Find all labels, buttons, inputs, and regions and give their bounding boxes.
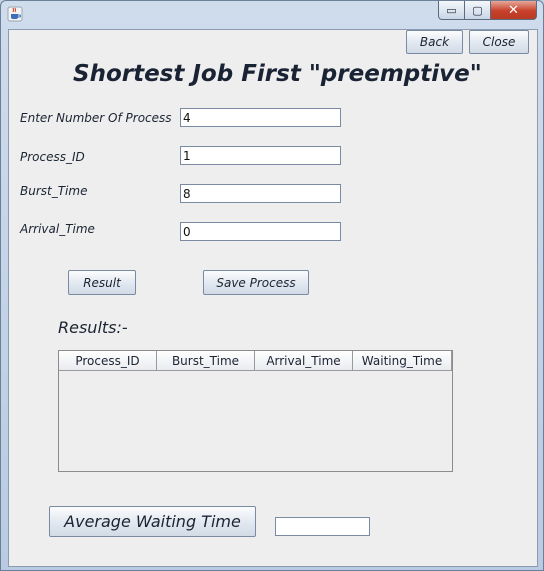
arrival-time-field[interactable]: 0 bbox=[180, 222, 341, 241]
page-title: Shortest Job First "preemptive" bbox=[73, 61, 482, 87]
results-label: Results:- bbox=[58, 318, 128, 337]
close-icon: ✕ bbox=[508, 2, 519, 18]
maximize-button[interactable]: ▢ bbox=[465, 1, 491, 20]
window-controls: ▭ ▢ ✕ bbox=[438, 1, 537, 20]
num-process-label: Enter Number Of Process bbox=[20, 111, 172, 125]
process-id-label: Process_ID bbox=[20, 150, 85, 164]
minimize-button[interactable]: ▭ bbox=[438, 1, 465, 20]
average-waiting-time-field[interactable] bbox=[275, 517, 370, 536]
column-header-arrival-time[interactable]: Arrival_Time bbox=[255, 351, 353, 371]
table-body bbox=[59, 371, 452, 471]
arrival-time-label: Arrival_Time bbox=[20, 222, 95, 236]
burst-time-label: Burst_Time bbox=[20, 184, 88, 198]
table-header: Process_ID Burst_Time Arrival_Time Waiti… bbox=[59, 351, 452, 371]
back-button[interactable]: Back bbox=[406, 30, 463, 54]
main-panel: Back Close Shortest Job First "preemptiv… bbox=[8, 29, 538, 567]
column-header-burst-time[interactable]: Burst_Time bbox=[157, 351, 255, 371]
results-table[interactable]: Process_ID Burst_Time Arrival_Time Waiti… bbox=[58, 350, 453, 472]
minimize-icon: ▭ bbox=[446, 3, 457, 17]
title-bar[interactable]: ▭ ▢ ✕ bbox=[1, 1, 543, 28]
java-cup-icon bbox=[7, 6, 23, 22]
application-window: ▭ ▢ ✕ Back Close Shortest Job First "pre… bbox=[0, 0, 544, 571]
result-button[interactable]: Result bbox=[68, 270, 136, 295]
window-close-button[interactable]: ✕ bbox=[491, 1, 537, 20]
maximize-icon: ▢ bbox=[472, 3, 483, 17]
process-id-field[interactable]: 1 bbox=[180, 146, 341, 165]
close-button[interactable]: Close bbox=[469, 30, 529, 54]
average-waiting-time-button[interactable]: Average Waiting Time bbox=[49, 506, 256, 537]
num-process-field[interactable]: 4 bbox=[180, 108, 341, 127]
column-header-waiting-time[interactable]: Waiting_Time bbox=[353, 351, 452, 371]
save-process-button[interactable]: Save Process bbox=[203, 270, 309, 295]
burst-time-field[interactable]: 8 bbox=[180, 184, 341, 203]
column-header-process-id[interactable]: Process_ID bbox=[59, 351, 157, 371]
